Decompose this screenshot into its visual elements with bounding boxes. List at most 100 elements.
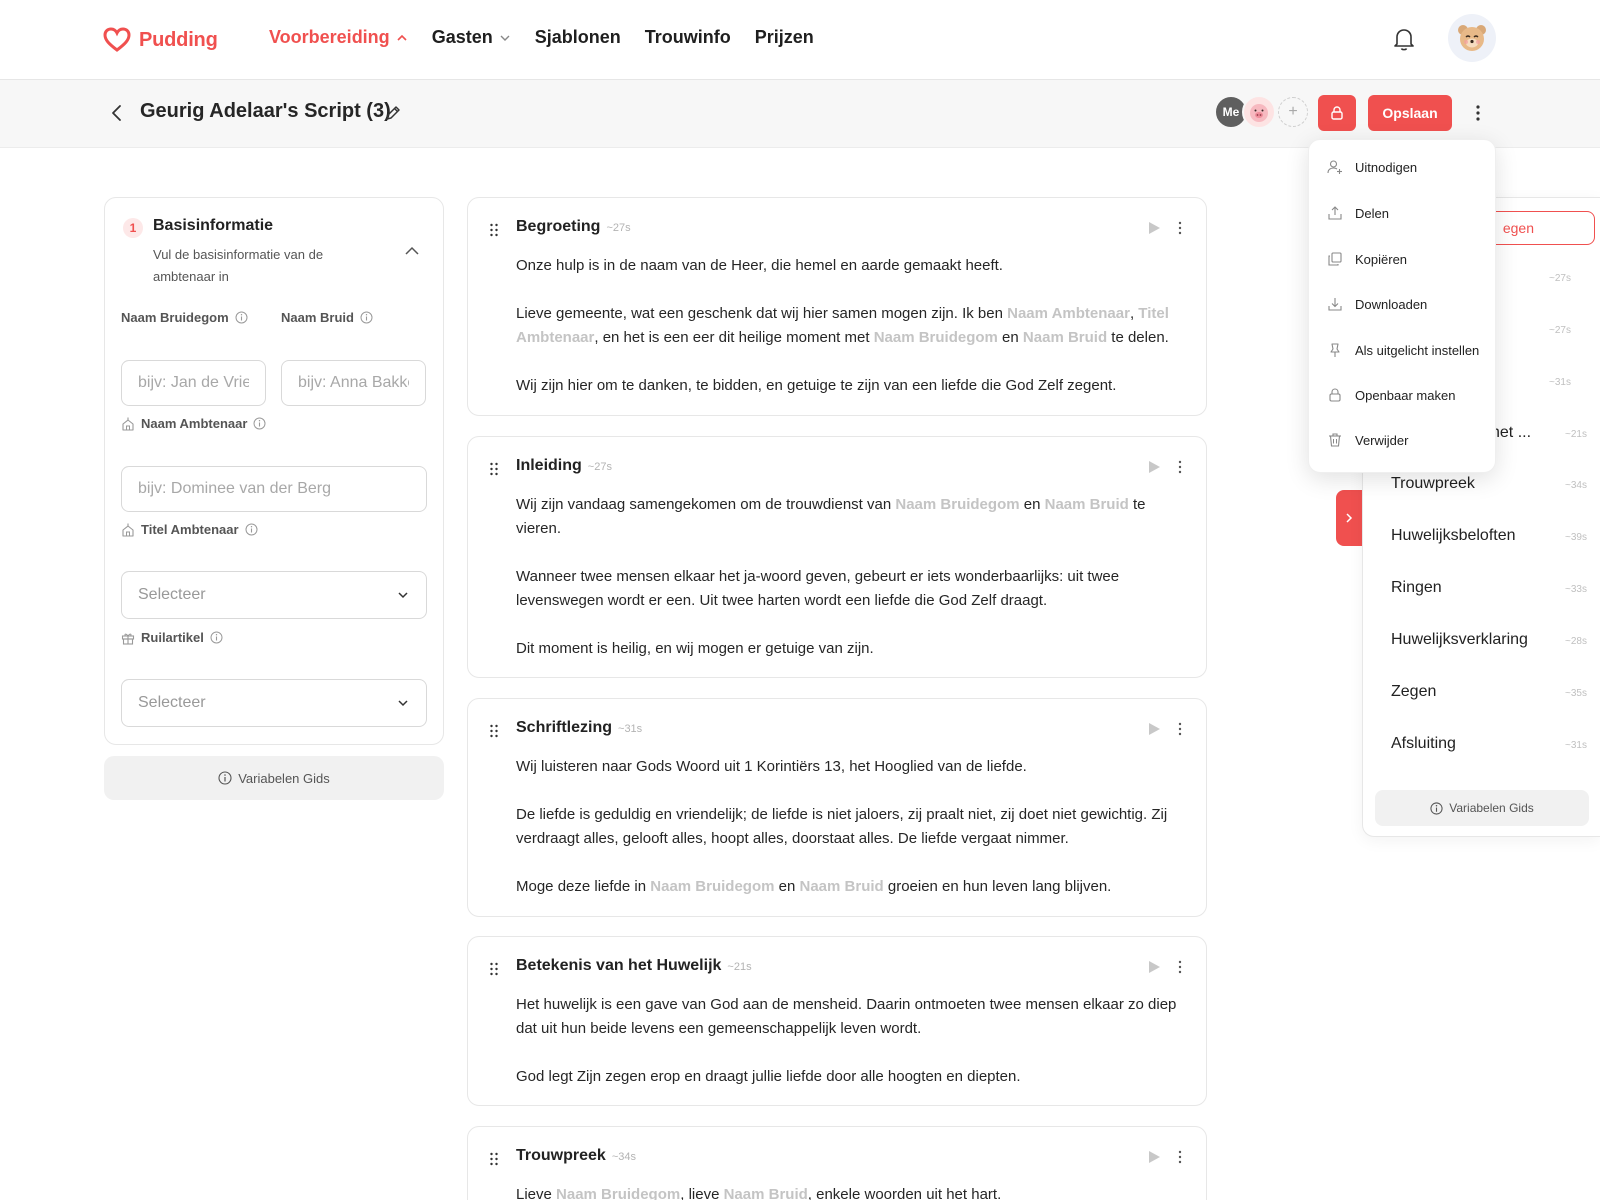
more-vertical-icon[interactable] — [1174, 1149, 1186, 1165]
chevron-down-icon — [500, 35, 510, 41]
variable-placeholder[interactable]: Naam Bruid — [1045, 496, 1129, 513]
nav-item-gasten[interactable]: Gasten — [432, 27, 511, 48]
drag-handle-icon[interactable] — [488, 222, 500, 238]
save-button[interactable]: Opslaan — [1368, 95, 1452, 131]
bell-icon[interactable] — [1390, 25, 1418, 53]
lock-icon — [1331, 106, 1343, 120]
lock-icon — [1329, 388, 1341, 402]
outline-variables-guide-button[interactable]: Variabelen Gids — [1375, 790, 1589, 826]
more-vertical-icon[interactable] — [1174, 959, 1186, 975]
info-icon[interactable] — [360, 311, 373, 324]
outline-item-afsluiting[interactable]: Afsluiting ~31s — [1391, 735, 1587, 753]
officiant-name-input[interactable] — [121, 466, 427, 512]
exchange-item-select[interactable]: Selecteer — [121, 679, 427, 727]
variables-guide-label: Variabelen Gids — [1449, 801, 1534, 815]
section-title: Inleiding ~27s — [516, 457, 612, 475]
script-title: Geurig Adelaar's Script (3) — [140, 100, 391, 122]
groom-label-text: Naam Bruidegom — [121, 310, 229, 325]
variable-placeholder[interactable]: Naam Bruidegom — [650, 878, 774, 895]
menu-item-label: Openbaar maken — [1355, 387, 1456, 403]
more-vertical-icon[interactable] — [1174, 220, 1186, 236]
section-text[interactable]: Wij zijn vandaag samengekomen om de trou… — [516, 493, 1186, 685]
menu-item-delen[interactable]: Delen — [1327, 205, 1389, 221]
variable-placeholder[interactable]: Naam Ambtenaar — [1007, 305, 1130, 322]
menu-item-uitnodigen[interactable]: Uitnodigen — [1327, 159, 1417, 175]
info-icon[interactable] — [210, 631, 223, 644]
section-duration: ~27s — [606, 222, 631, 234]
menu-item-uitgelicht[interactable]: Als uitgelicht instellen — [1327, 342, 1479, 358]
section-title: Schriftlezing ~31s — [516, 719, 642, 737]
menu-item-verwijder[interactable]: Verwijder — [1327, 432, 1408, 448]
edit-pencil-icon[interactable] — [384, 104, 402, 122]
variable-placeholder[interactable]: Naam Bruidegom — [556, 1186, 680, 1200]
officiant-title-select[interactable]: Selecteer — [121, 571, 427, 619]
outline-item-duration: ~39s — [1565, 532, 1587, 543]
logo[interactable]: Pudding — [103, 26, 218, 54]
play-icon[interactable] — [1146, 220, 1162, 236]
variable-placeholder[interactable]: Naam Bruid — [800, 878, 884, 895]
officiant-title-label: Titel Ambtenaar — [121, 522, 258, 537]
menu-item-label: Verwijder — [1355, 432, 1409, 448]
section-duration: ~31s — [618, 723, 643, 735]
variable-placeholder[interactable]: Naam Bruidegom — [895, 496, 1019, 513]
play-icon[interactable] — [1146, 721, 1162, 737]
nav-item-label: Voorbereiding — [269, 27, 390, 47]
drag-handle-icon[interactable] — [488, 461, 500, 477]
paragraph: Lieve gemeente, wat een geschenk dat wij… — [516, 302, 1186, 350]
play-icon[interactable] — [1146, 1149, 1162, 1165]
section-title-text: Betekenis van het Huwelijk — [516, 957, 722, 974]
back-arrow-icon[interactable] — [106, 102, 128, 124]
play-icon[interactable] — [1146, 459, 1162, 475]
nav-item-sjablonen[interactable]: Sjablonen — [535, 27, 621, 48]
drag-handle-icon[interactable] — [488, 1151, 500, 1167]
section-text[interactable]: Lieve Naam Bruidegom, lieve Naam Bruid, … — [516, 1183, 1186, 1200]
add-collaborator-button[interactable]: + — [1278, 97, 1308, 127]
text-run: Moge deze liefde in — [516, 878, 651, 895]
chevron-down-icon — [398, 700, 408, 707]
collaborator-avatar[interactable] — [1242, 95, 1276, 129]
section-text[interactable]: Onze hulp is in de naam van de Heer, die… — [516, 254, 1186, 422]
chevron-down-icon — [398, 592, 408, 599]
chevron-up-icon[interactable] — [403, 242, 421, 260]
nav-item-trouwinfo[interactable]: Trouwinfo — [645, 27, 731, 48]
outline-toggle-button[interactable] — [1336, 490, 1362, 546]
variable-placeholder[interactable]: Naam Bruid — [724, 1186, 808, 1200]
outline-item-trouwpreek[interactable]: Trouwpreek ~34s — [1391, 475, 1587, 493]
outline-item-huwelijksbeloften[interactable]: Huwelijksbeloften ~39s — [1391, 527, 1587, 545]
menu-item-openbaar[interactable]: Openbaar maken — [1327, 387, 1455, 403]
play-icon[interactable] — [1146, 959, 1162, 975]
info-icon[interactable] — [235, 311, 248, 324]
nav-item-voorbereiding[interactable]: Voorbereiding — [269, 27, 408, 48]
groom-name-input[interactable] — [121, 360, 266, 406]
outline-item-name: Huwelijksverklaring — [1391, 631, 1528, 648]
outline-item-huwelijksverklaring[interactable]: Huwelijksverklaring ~28s — [1391, 631, 1587, 649]
user-avatar[interactable] — [1448, 14, 1496, 62]
more-vertical-icon[interactable] — [1174, 459, 1186, 475]
outline-item-ringen[interactable]: Ringen ~33s — [1391, 579, 1587, 597]
section-text[interactable]: Het huwelijk is een gave van God aan de … — [516, 993, 1186, 1113]
info-icon[interactable] — [253, 417, 266, 430]
variable-placeholder[interactable]: Naam Bruidegom — [874, 329, 998, 346]
variables-guide-button[interactable]: Variabelen Gids — [104, 756, 444, 800]
bride-name-input[interactable] — [281, 360, 426, 406]
info-icon[interactable] — [245, 523, 258, 536]
paragraph: Wij zijn hier om te danken, te bidden, e… — [516, 377, 1117, 394]
section-text[interactable]: Wij luisteren naar Gods Woord uit 1 Kori… — [516, 755, 1186, 923]
outline-item-zegen[interactable]: Zegen ~35s — [1391, 683, 1587, 701]
menu-item-kopieren[interactable]: Kopiëren — [1327, 251, 1407, 267]
variable-placeholder[interactable]: Naam Bruid — [1023, 329, 1107, 346]
menu-item-downloaden[interactable]: Downloaden — [1327, 296, 1427, 312]
nav-item-prijzen[interactable]: Prijzen — [755, 27, 814, 48]
more-vertical-icon[interactable] — [1466, 100, 1490, 126]
section-duration: ~34s — [611, 1151, 636, 1163]
lock-button[interactable] — [1318, 95, 1356, 131]
heart-logo-icon — [103, 27, 131, 52]
groom-label: Naam Bruidegom — [121, 310, 248, 325]
drag-handle-icon[interactable] — [488, 961, 500, 977]
more-vertical-icon[interactable] — [1174, 721, 1186, 737]
menu-item-label: Delen — [1355, 205, 1389, 221]
section-title-text: Trouwpreek — [516, 1147, 606, 1164]
text-run: te delen. — [1107, 329, 1169, 346]
drag-handle-icon[interactable] — [488, 723, 500, 739]
script-section-betekenis: Betekenis van het Huwelijk ~21s Het huwe… — [467, 936, 1207, 1106]
